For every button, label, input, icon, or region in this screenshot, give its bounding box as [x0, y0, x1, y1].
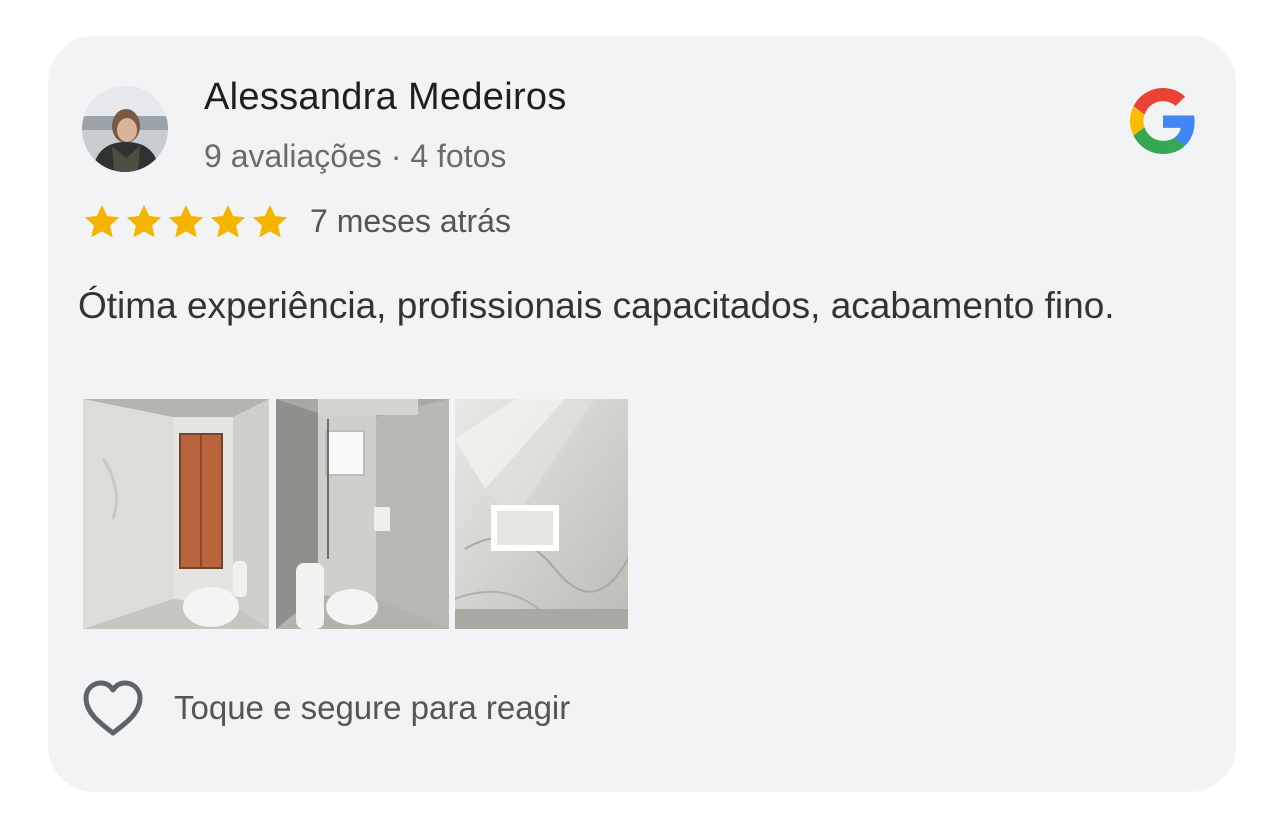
- review-text: Ótima experiência, profissionais capacit…: [78, 285, 1115, 326]
- bathroom-shower-photo[interactable]: [276, 399, 449, 629]
- bathroom-niche-photo[interactable]: [455, 399, 628, 629]
- star-icon: [84, 205, 120, 238]
- star-icon: [210, 205, 246, 238]
- author-meta: 9 avaliações · 4 fotos: [204, 138, 507, 174]
- heart-outline-icon[interactable]: [82, 680, 144, 738]
- bathroom-door-photo[interactable]: [83, 399, 269, 629]
- star-icon: [126, 205, 162, 238]
- author-avatar[interactable]: [82, 86, 168, 172]
- rating-stars: [82, 202, 290, 242]
- review-time-ago: 7 meses atrás: [310, 203, 511, 239]
- star-icon: [252, 205, 288, 238]
- author-name[interactable]: Alessandra Medeiros: [204, 76, 567, 119]
- reaction-label[interactable]: Toque e segure para reagir: [174, 689, 570, 727]
- star-icon: [168, 205, 204, 238]
- google-g-logo-icon: [1130, 88, 1196, 154]
